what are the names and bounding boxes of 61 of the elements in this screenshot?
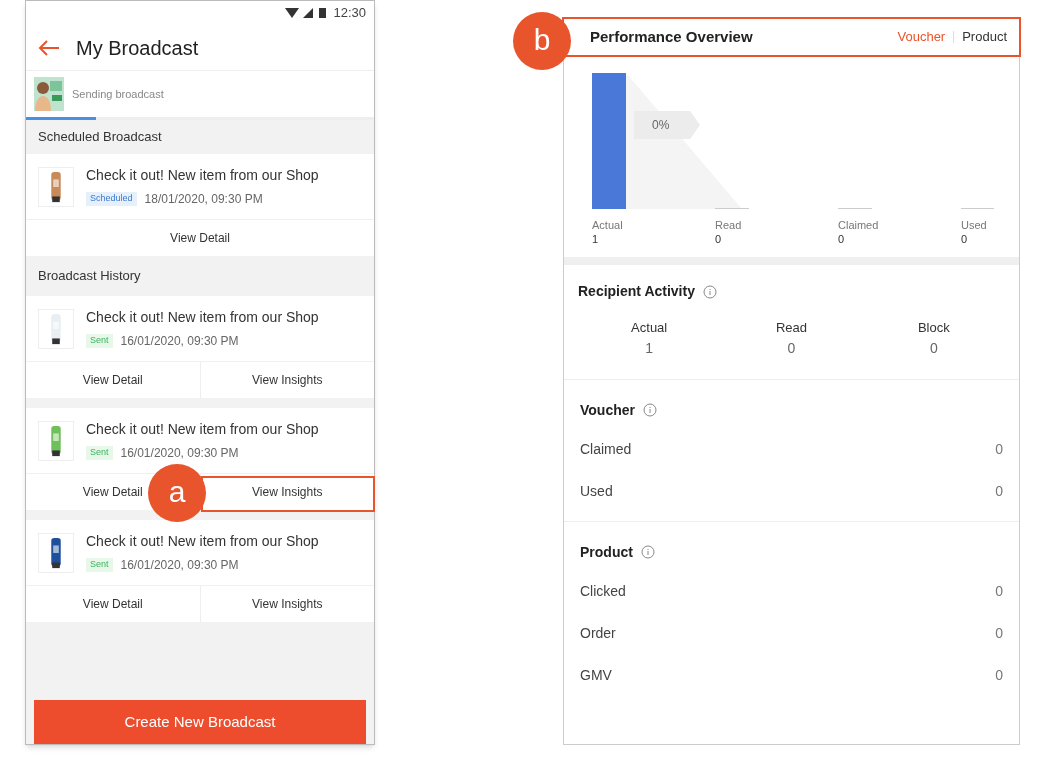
broadcast-title: Check it out! New item from our Shop: [86, 532, 319, 551]
stat-label: Actual: [631, 319, 668, 337]
view-detail-link[interactable]: View Detail: [170, 229, 230, 247]
funnel-label: Actual: [592, 219, 623, 231]
view-insights-link[interactable]: View Insights: [252, 483, 323, 501]
stat-value: 1: [645, 338, 654, 358]
broadcast-title: Check it out! New item from our Shop: [86, 166, 319, 185]
funnel-value: 0: [961, 233, 968, 245]
metric-label: Order: [580, 624, 616, 643]
back-arrow-icon[interactable]: [38, 38, 60, 57]
stat-label: Block: [917, 319, 950, 337]
section-title: Recipient Activity: [578, 282, 695, 301]
metric-value: 0: [995, 582, 1003, 601]
funnel-label: Used: [961, 219, 987, 231]
view-insights-link[interactable]: View Insights: [252, 595, 323, 613]
broadcast-title: Check it out! New item from our Shop: [86, 308, 319, 327]
metric-label: Used: [580, 482, 613, 501]
funnel-label: Claimed: [838, 219, 879, 231]
panel-title: Performance Overview: [589, 26, 753, 47]
section-header: Broadcast History: [38, 267, 141, 286]
broadcast-date: 18/01/2020, 09:30 PM: [144, 191, 263, 208]
status-time: 12:30: [333, 4, 366, 23]
funnel-value: 0: [838, 233, 845, 245]
status-tag: Sent: [86, 558, 113, 572]
view-detail-link[interactable]: View Detail: [82, 483, 143, 501]
funnel-label: Read: [715, 219, 742, 231]
callout-badge: b: [513, 12, 571, 70]
status-tag: Sent: [86, 334, 113, 348]
metric-value: 0: [995, 666, 1003, 685]
conversion-label: 0%: [634, 111, 700, 139]
view-detail-link[interactable]: View Detail: [82, 595, 143, 613]
section-title: Voucher: [580, 400, 635, 420]
view-insights-link[interactable]: View Insights: [252, 371, 323, 389]
metric-value: 0: [995, 440, 1003, 459]
metric-label: Claimed: [580, 440, 632, 459]
broadcast-date: 16/01/2020, 09:30 PM: [120, 333, 239, 350]
stat-label: Read: [775, 319, 808, 337]
broadcast-title: Check it out! New item from our Shop: [86, 420, 319, 439]
tab[interactable]: Product: [962, 27, 1007, 47]
section-header: Scheduled Broadcast: [38, 128, 162, 147]
status-tag: Scheduled: [86, 192, 137, 206]
section-title: Product: [580, 542, 633, 562]
info-icon[interactable]: [640, 545, 655, 559]
view-detail-link[interactable]: View Detail: [82, 371, 143, 389]
metric-label: GMV: [580, 666, 612, 685]
info-icon[interactable]: [643, 403, 657, 417]
sending-broadcast-label: Sending broadcast: [72, 86, 164, 102]
create-broadcast-button[interactable]: Create New Broadcast: [34, 700, 366, 744]
status-tag: Sent: [86, 446, 113, 460]
stat-value: 0: [929, 338, 938, 358]
broadcast-date: 16/01/2020, 09:30 PM: [120, 445, 239, 462]
funnel-value: 1: [592, 233, 599, 245]
funnel-value: 0: [715, 233, 722, 245]
metric-value: 0: [995, 482, 1003, 501]
info-icon[interactable]: [702, 284, 717, 299]
broadcast-date: 16/01/2020, 09:30 PM: [120, 557, 239, 574]
page-title: My Broadcast: [76, 35, 199, 61]
metric-label: Clicked: [580, 582, 626, 601]
tab[interactable]: Voucher: [897, 27, 946, 47]
stat-value: 0: [787, 338, 796, 358]
metric-value: 0: [995, 624, 1003, 643]
